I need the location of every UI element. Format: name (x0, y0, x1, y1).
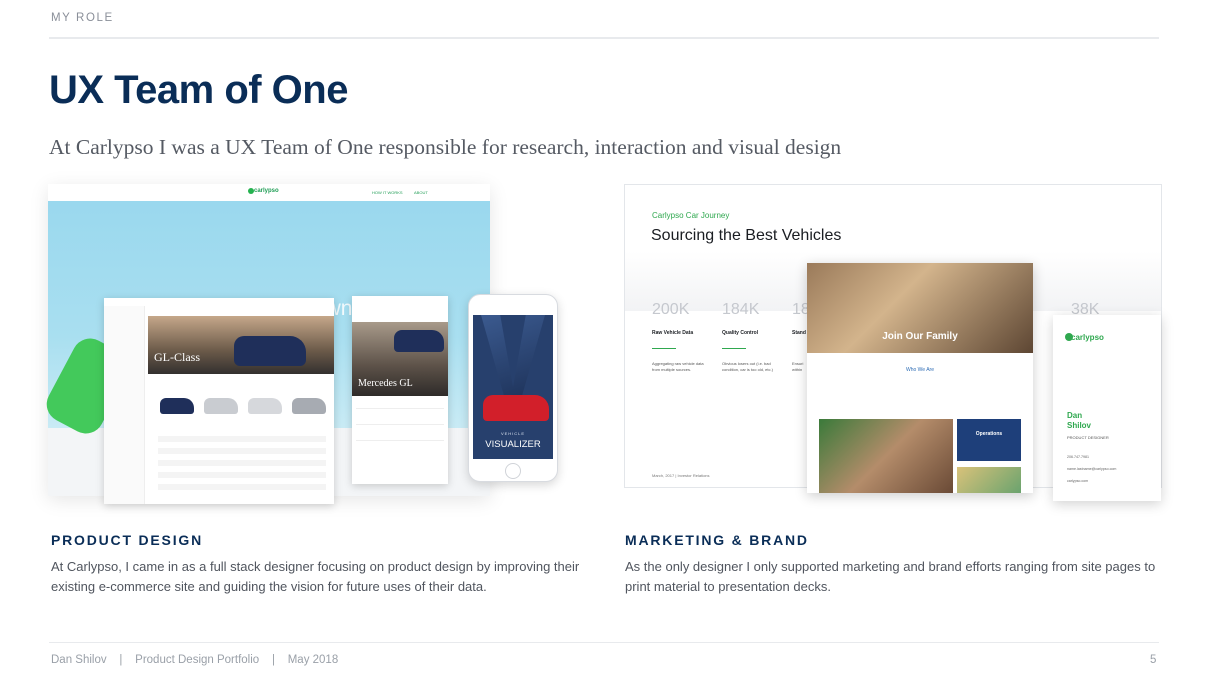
deck-stat-label: Quality Control (722, 330, 759, 336)
mockup-mobile-model: Mercedes GL (358, 378, 413, 389)
business-card-first-name: Dan (1067, 411, 1083, 420)
business-card-mockup: carlypso Dan Shilov PRODUCT DESIGNER 206… (1053, 315, 1161, 501)
marketing-brand-body: As the only designer I only supported ma… (625, 559, 1156, 594)
business-card-logo: carlypso (1071, 333, 1104, 342)
mockup-trim-thumbnails (158, 394, 330, 418)
mockup-logo: carlypso (254, 188, 279, 194)
trim-thumbnail (292, 398, 326, 414)
office-photo (819, 419, 953, 493)
suv-image (234, 336, 306, 366)
page-title: UX Team of One (49, 68, 348, 112)
deck-stat-text: Obvious losers out (i.e. bad condition, … (722, 361, 773, 372)
mockup-nav-item: HOW IT WORKS (372, 190, 403, 195)
page-number: 5 (1150, 654, 1157, 666)
mockup-visualizer-screen: VEHICLE VISUALIZER (473, 315, 553, 459)
deck-footer: March, 2017 | Investor Relations (652, 473, 710, 478)
product-design-heading: PRODUCT DESIGN (51, 532, 203, 548)
deck-stat-rule (652, 348, 676, 349)
page-subtitle: At Carlypso I was a UX Team of One respo… (49, 135, 842, 159)
product-design-mockup: carlypso HOW IT WORKS ABOUT Your Perfect… (40, 184, 558, 504)
deck-stat-value: 200K (652, 301, 690, 318)
trim-thumbnail (248, 398, 282, 414)
footer-text: Dan Shilov | Product Design Portfolio | … (51, 654, 339, 666)
mockup-sidebar (104, 306, 145, 504)
suv-image (394, 330, 444, 352)
deck-stat-value: 184K (722, 301, 760, 318)
operations-tile: Operations (957, 419, 1021, 461)
business-card-role: PRODUCT DESIGNER (1067, 435, 1109, 440)
business-card-last-name: Shilov (1067, 421, 1092, 430)
business-card-site: carlypso.com (1067, 479, 1089, 483)
operations-label: Operations (975, 431, 1003, 437)
mockup-desktop-card: GL-Class (104, 298, 334, 504)
business-card-email: name.lastname@carlypso.com (1067, 467, 1117, 471)
mockup-mobile-page: Mercedes GL (352, 296, 448, 484)
divider (356, 440, 444, 441)
bottom-divider (49, 642, 1159, 643)
mockup-vehicle-table (158, 436, 326, 496)
product-design-body: At Carlypso, I came in as a full stack d… (51, 559, 580, 594)
section-label: MY ROLE (51, 12, 114, 24)
trim-thumbnail (160, 398, 194, 414)
mockup-card-model: GL-Class (154, 350, 200, 364)
mockup-iphone: VEHICLE VISUALIZER (468, 294, 558, 482)
deck-stat-text: Ensuri within (792, 361, 804, 372)
visualizer-label: VISUALIZER (485, 439, 541, 450)
deck-stat-text: Aggregating raw vehicle data from multip… (652, 361, 704, 372)
divider (356, 408, 444, 409)
visualizer-kicker: VEHICLE (500, 431, 526, 436)
deck-stat-label: Stand (792, 330, 806, 336)
divider (356, 424, 444, 425)
business-card-name: Dan Shilov (1067, 411, 1091, 431)
mockup-site-nav: carlypso HOW IT WORKS ABOUT (48, 184, 490, 201)
deck-stat-label: Raw Vehicle Data (652, 330, 694, 336)
deck-kicker: Carlypso Car Journey (652, 211, 730, 220)
office-photo-small (957, 467, 1021, 493)
deck-stat-rule (722, 348, 746, 349)
trim-thumbnail (204, 398, 238, 414)
marketing-brand-mockup: Carlypso Car Journey Sourcing the Best V… (624, 184, 1162, 501)
v-shape-graphic (481, 315, 545, 405)
business-card-phone: 206.747.7981 (1067, 455, 1089, 459)
home-button-icon (505, 463, 521, 479)
top-divider (49, 37, 1159, 39)
deck-heading: Sourcing the Best Vehicles (651, 227, 842, 244)
who-heading: Who We Are (906, 367, 934, 373)
website-page-mockup: Join Our Family Who We Are Operations (807, 263, 1033, 493)
red-car-image (483, 395, 549, 421)
mockup-nav-item: ABOUT (414, 190, 428, 195)
join-heading: Join Our Family (882, 331, 958, 342)
marketing-brand-heading: MARKETING & BRAND (625, 532, 809, 548)
